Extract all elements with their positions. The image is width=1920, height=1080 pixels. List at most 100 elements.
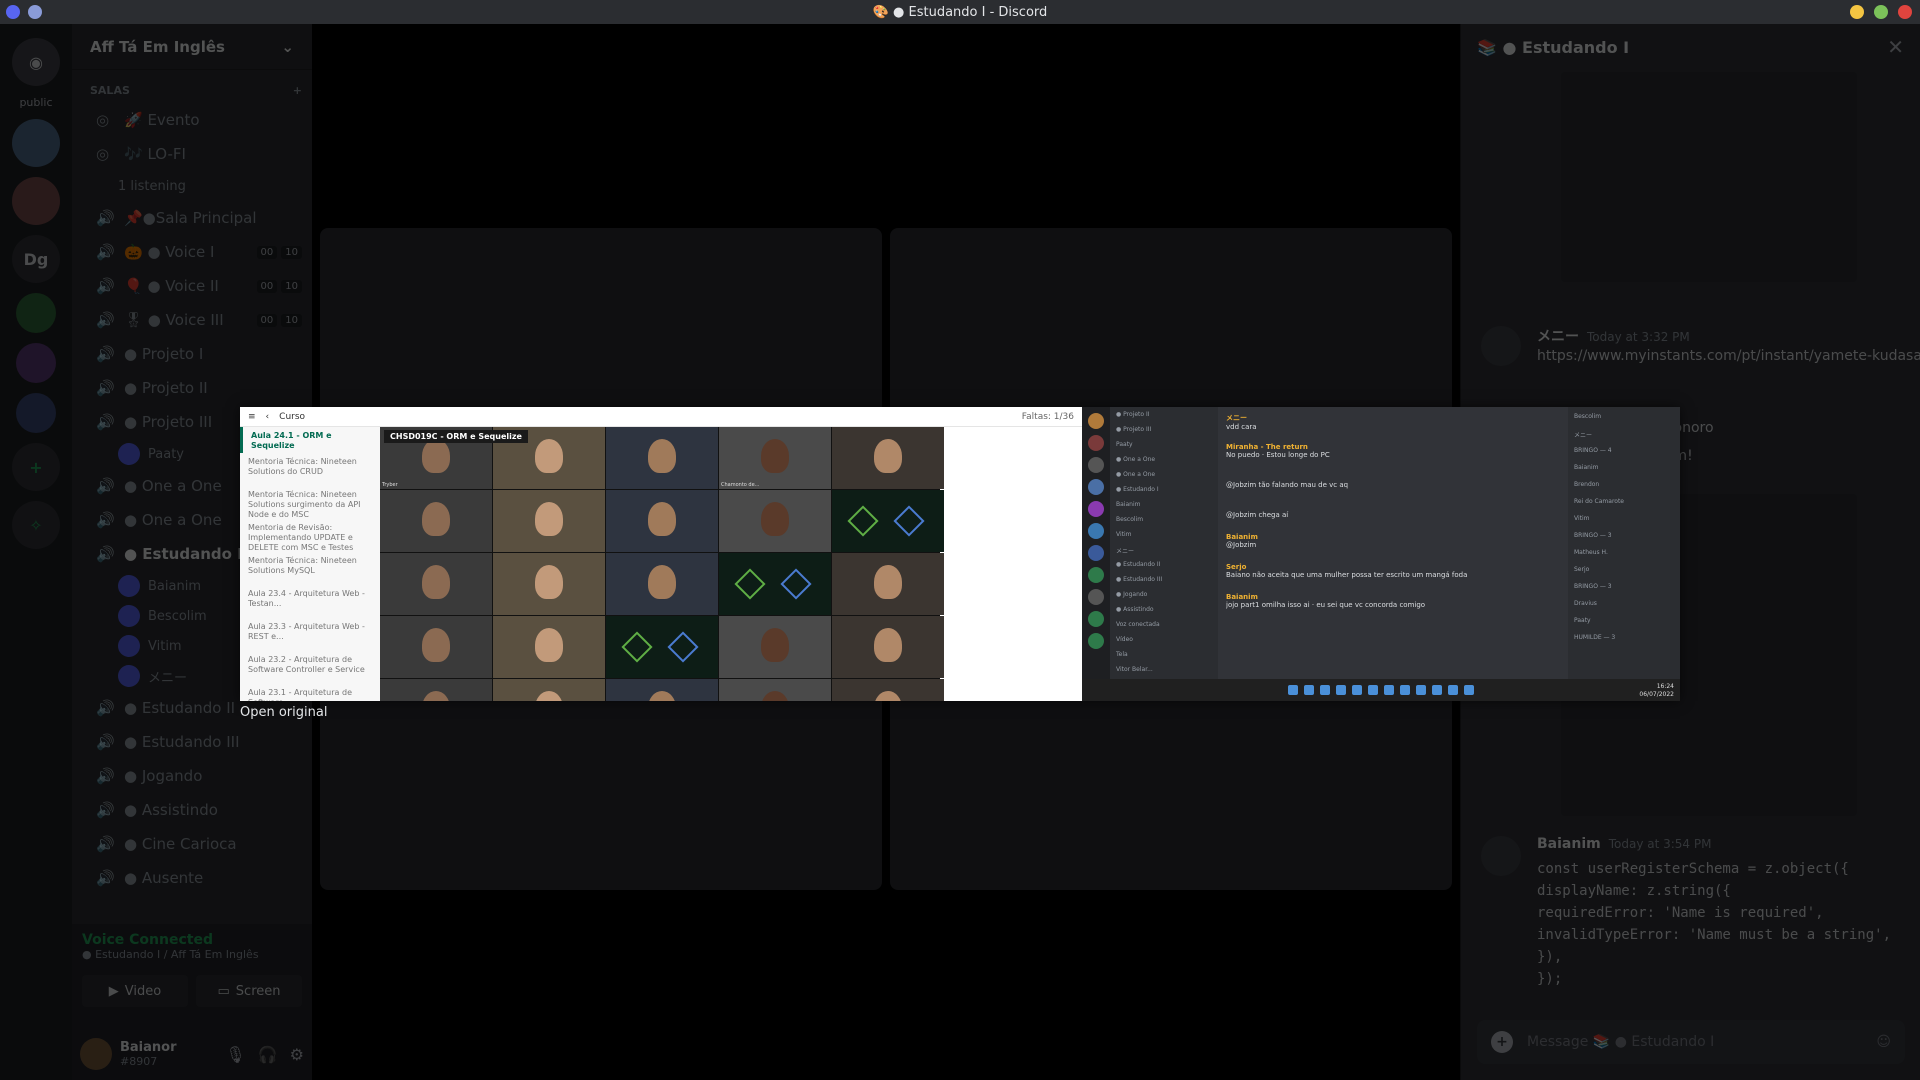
preview-member: Serjo bbox=[1574, 566, 1590, 573]
participant-video-tile bbox=[380, 616, 492, 678]
lesson-item: Mentoria Técnica: Nineteen Solutions do … bbox=[248, 457, 357, 476]
preview-message-text: jojo part1 omilha isso ai · eu sei que v… bbox=[1226, 601, 1426, 609]
preview-channel: ● One a One bbox=[1116, 471, 1156, 478]
preview-message: Miranha - The return No puedo · Estou lon… bbox=[1226, 443, 1560, 473]
preview-channel: ● Estudando I bbox=[1116, 486, 1159, 493]
lesson-list: Aula 24.1 - ORM e Sequelize Mentoria Técn… bbox=[240, 427, 380, 701]
participant-video-tile bbox=[380, 490, 492, 552]
menu-icon: ≡ bbox=[248, 411, 256, 422]
preview-message: Baianim jojo part1 omilha isso ai · eu se… bbox=[1226, 593, 1560, 623]
preview-server-icon bbox=[1088, 523, 1104, 539]
preview-channel: メニー bbox=[1116, 548, 1135, 555]
preview-server-icon bbox=[1088, 611, 1104, 627]
preview-channel: Baianim bbox=[1116, 501, 1141, 508]
preview-message-text: No puedo · Estou longe do PC bbox=[1226, 451, 1330, 459]
preview-message: @Jobzim chega aí bbox=[1226, 503, 1560, 533]
participant-face bbox=[535, 439, 563, 473]
preview-server-icon bbox=[1088, 501, 1104, 517]
preview-member: Vitim bbox=[1574, 515, 1590, 522]
participant-video-tile bbox=[493, 679, 605, 701]
participant-video-tile bbox=[380, 679, 492, 701]
preview-server-icon bbox=[1088, 413, 1104, 429]
preview-channel: Bescolim bbox=[1116, 516, 1144, 523]
preview-channel: ● Projeto II bbox=[1116, 411, 1150, 418]
app-menu-icon[interactable] bbox=[28, 5, 42, 19]
preview-message-author: Baianim bbox=[1226, 593, 1258, 601]
preview-channel: Voz conectada bbox=[1116, 621, 1160, 628]
participant-face bbox=[422, 628, 450, 662]
preview-member: Paaty bbox=[1574, 617, 1591, 624]
discord-logo-icon bbox=[6, 5, 20, 19]
preview-member: Dravius bbox=[1574, 600, 1597, 607]
preview-messages: メニー vdd cara Miranha - The return No puedo … bbox=[1218, 407, 1568, 679]
participant-face bbox=[422, 439, 450, 473]
preview-channel-list: ● Projeto II ● Projeto III Paaty ● One a On… bbox=[1110, 407, 1218, 679]
participant-label: Tryber bbox=[382, 482, 398, 488]
close-window-button[interactable] bbox=[1898, 5, 1912, 19]
participant-video-tile bbox=[832, 616, 944, 678]
preview-member: BRINGO — 3 bbox=[1574, 532, 1612, 539]
preview-server-icon bbox=[1088, 457, 1104, 473]
participant-face bbox=[648, 565, 676, 599]
participant-video-tile bbox=[606, 490, 718, 552]
cube-logo-icon bbox=[667, 631, 699, 663]
preview-member: BRINGO — 4 bbox=[1574, 447, 1612, 454]
participant-face bbox=[535, 565, 563, 599]
preview-message-author: Miranha - The return bbox=[1226, 443, 1308, 451]
participant-video-tile bbox=[832, 553, 944, 615]
participant-face bbox=[535, 691, 563, 701]
preview-course-window: ≡ ‹ Curso Faltas: 1/36 Aula 24.1 - ORM e… bbox=[240, 407, 1082, 701]
title-bar-left-icons bbox=[6, 5, 42, 19]
preview-member: Baianim bbox=[1574, 464, 1599, 471]
participant-video-tile bbox=[493, 553, 605, 615]
preview-message-text: Baiano não aceita que uma mulher possa t… bbox=[1226, 571, 1468, 579]
participant-video-tile bbox=[606, 427, 718, 489]
preview-channel: ● Projeto III bbox=[1116, 426, 1152, 433]
preview-channel: Tela bbox=[1116, 651, 1128, 658]
participant-face bbox=[874, 565, 902, 599]
participant-face bbox=[874, 628, 902, 662]
participant-face bbox=[535, 628, 563, 662]
preview-message-text: vdd cara bbox=[1226, 423, 1257, 431]
course-title: Curso bbox=[279, 411, 306, 422]
participant-video-tile bbox=[719, 679, 831, 701]
participant-face bbox=[874, 439, 902, 473]
participant-video-tile bbox=[832, 427, 944, 489]
image-preview-overlay[interactable]: ≡ ‹ Curso Faltas: 1/36 Aula 24.1 - ORM e… bbox=[0, 24, 1920, 1080]
clock-date: 06/07/2022 bbox=[1639, 691, 1674, 698]
minimize-button[interactable] bbox=[1850, 5, 1864, 19]
preview-channel: Paaty bbox=[1116, 441, 1133, 448]
node-js-logo-icon bbox=[621, 631, 653, 663]
participant-face bbox=[761, 502, 789, 536]
preview-server-icon bbox=[1088, 567, 1104, 583]
discord-app: 🎨 ● Estudando I - Discord ◉ public Dg + … bbox=[0, 0, 1920, 1080]
preview-channel: ● Estudando II bbox=[1116, 561, 1161, 568]
preview-message-author: Serjo bbox=[1226, 563, 1247, 571]
window-title: 🎨 ● Estudando I - Discord bbox=[872, 4, 1048, 20]
preview-server-icon bbox=[1088, 545, 1104, 561]
preview-member: HUMILDE — 3 bbox=[1574, 634, 1616, 641]
participant-video-tile bbox=[832, 679, 944, 701]
preview-message-text: @Jobzim chega aí bbox=[1226, 511, 1289, 519]
preview-discord-window: ● Projeto II ● Projeto III Paaty ● One a On… bbox=[1082, 407, 1680, 701]
preview-message-author: Baianim bbox=[1226, 533, 1258, 541]
lesson-item: Aula 23.3 - Arquitetura Web - REST e... bbox=[248, 622, 365, 641]
open-original-link[interactable]: Open original bbox=[240, 705, 327, 720]
participant-face bbox=[648, 439, 676, 473]
meeting-video-grid: CHSD019C - ORM e Sequelize Tryber Chamont… bbox=[380, 427, 944, 701]
participant-face bbox=[648, 691, 676, 701]
participant-label: Chamonto de... bbox=[721, 482, 760, 488]
preview-message: Serjo Baiano não aceita que uma mulher po… bbox=[1226, 563, 1560, 593]
participant-face bbox=[761, 439, 789, 473]
title-bar: 🎨 ● Estudando I - Discord bbox=[0, 0, 1920, 24]
preview-message: メニー vdd cara bbox=[1226, 413, 1560, 443]
preview-message-text: @Jobzim bbox=[1226, 541, 1257, 549]
preview-channel: Vídeo bbox=[1116, 636, 1133, 643]
preview-server-icon bbox=[1088, 479, 1104, 495]
course-toolbar: ≡ ‹ Curso Faltas: 1/36 bbox=[240, 407, 1082, 427]
lesson-item: Aula 24.1 - ORM e Sequelize bbox=[240, 427, 380, 453]
clock-time: 16:24 bbox=[1656, 683, 1674, 690]
participant-video-tile bbox=[380, 553, 492, 615]
preview-channel: Vitim bbox=[1116, 531, 1132, 538]
maximize-button[interactable] bbox=[1874, 5, 1888, 19]
